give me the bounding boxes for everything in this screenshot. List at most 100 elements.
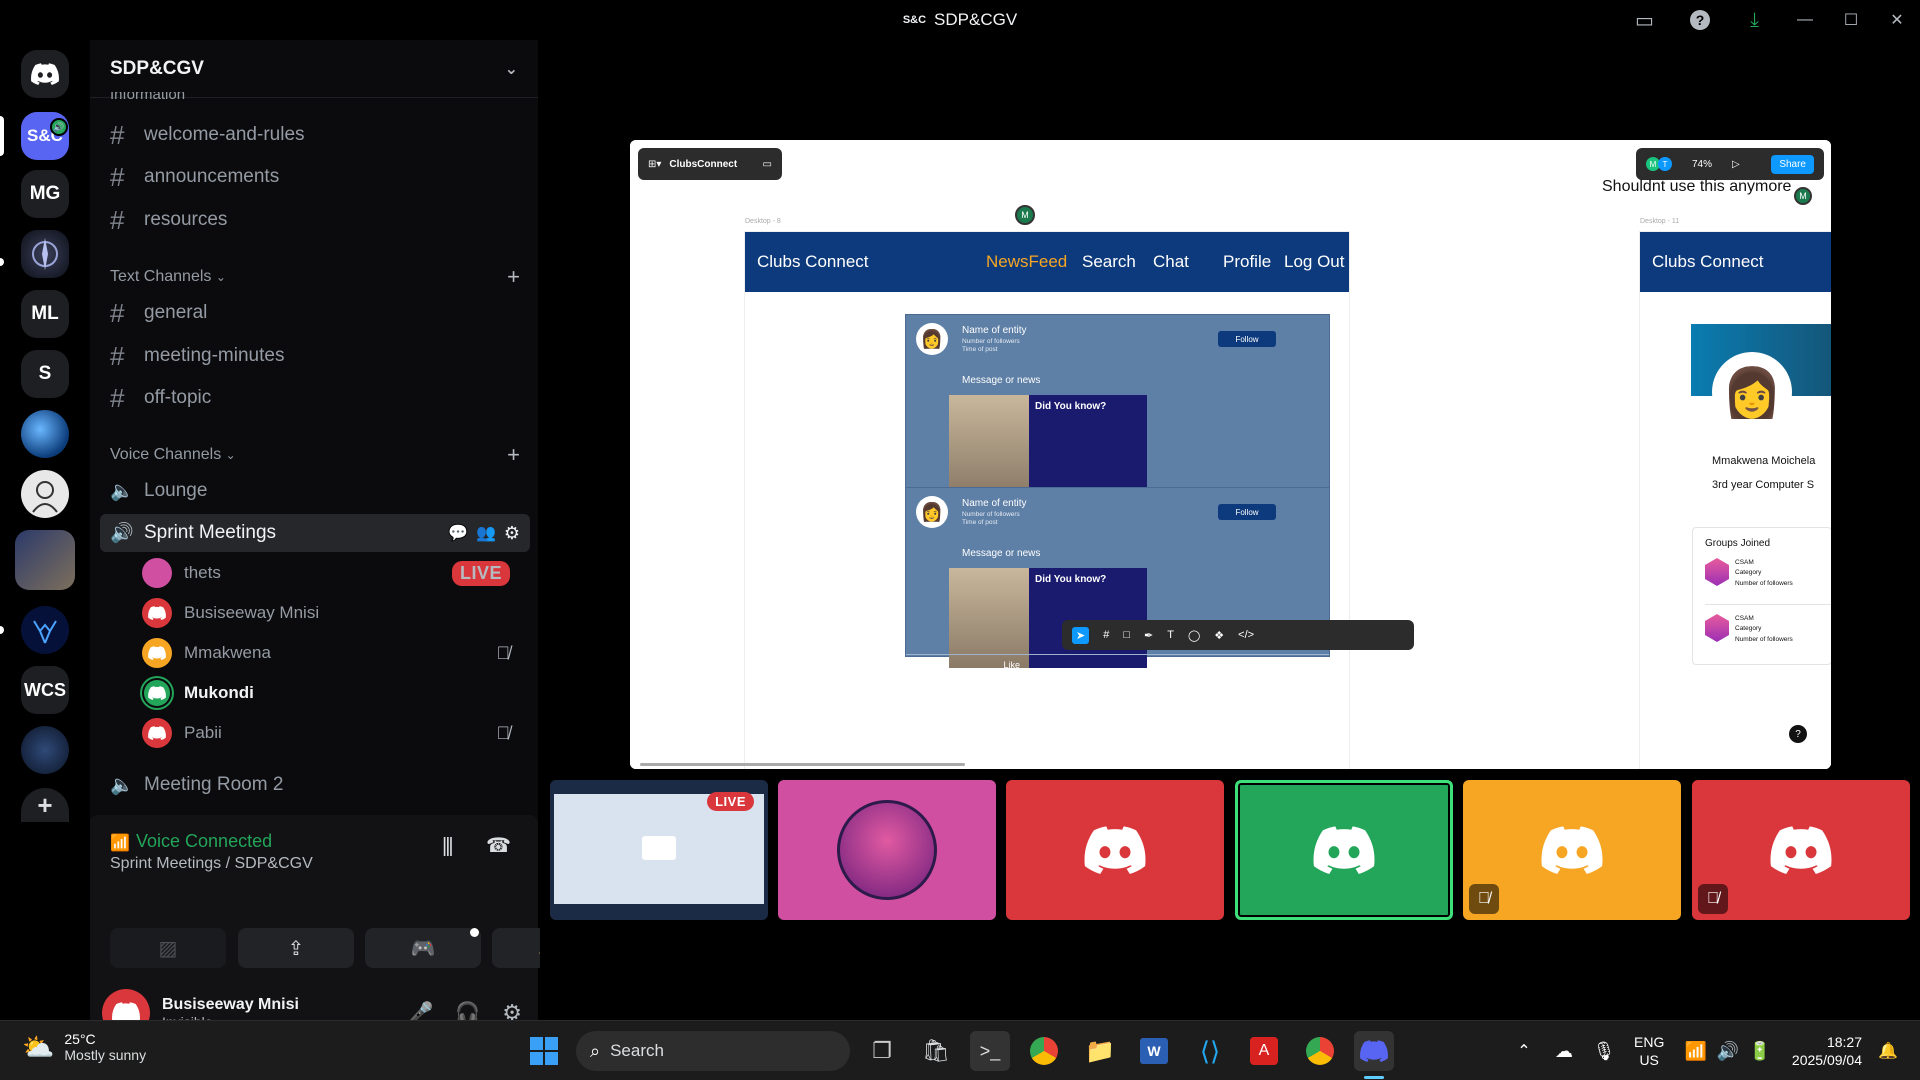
disconnect-icon[interactable]: ☎ bbox=[486, 833, 511, 858]
add-channel-icon[interactable]: + bbox=[507, 264, 520, 290]
nav-search[interactable]: Search bbox=[1082, 252, 1136, 272]
participant-tile-mmakwena[interactable]: 🎙̸ bbox=[1463, 780, 1681, 920]
chevron-up-icon[interactable]: ⌃ bbox=[1504, 1031, 1544, 1071]
server-s[interactable]: S bbox=[21, 350, 69, 398]
category-voice-channels[interactable]: Voice Channels ⌄ + bbox=[110, 442, 520, 468]
participant-tile-busiseeway[interactable] bbox=[1006, 780, 1224, 920]
components-icon[interactable]: ❖ bbox=[1214, 629, 1224, 642]
like-button[interactable]: Like bbox=[906, 655, 1118, 674]
nav-brand[interactable]: Clubs Connect bbox=[1652, 252, 1764, 272]
mic-tray-icon[interactable]: 🎙 bbox=[1584, 1031, 1624, 1071]
stream-preview-tile[interactable]: LIVE bbox=[550, 780, 768, 920]
taskbar-search[interactable]: ⌕ Search bbox=[576, 1031, 850, 1071]
dev-mode-icon[interactable]: </> bbox=[1238, 629, 1254, 641]
terminal-icon[interactable]: >_ bbox=[970, 1031, 1010, 1071]
screen-share-stream[interactable]: ⊞▾ ClubsConnect ▭ M T 74% ▷ Share Should… bbox=[630, 140, 1831, 769]
participant-tile-thets[interactable] bbox=[778, 780, 996, 920]
file-explorer-icon[interactable]: 📁 bbox=[1080, 1031, 1120, 1071]
pen-tool-icon[interactable]: ✒ bbox=[1144, 629, 1153, 642]
nav-newsfeed[interactable]: NewsFeed bbox=[986, 252, 1067, 272]
clock[interactable]: 18:27 2025/09/04 bbox=[1786, 1033, 1862, 1069]
figma-menu-icon[interactable]: ⊞▾ bbox=[648, 159, 661, 170]
language-indicator[interactable]: ENG US bbox=[1634, 1033, 1664, 1069]
group-item[interactable]: CSAM Category Number of followers bbox=[1705, 614, 1793, 645]
voice-user-pabii[interactable]: Pabii 🎙̸ bbox=[142, 715, 532, 751]
nav-brand[interactable]: Clubs Connect bbox=[757, 252, 869, 272]
voice-channel-meeting-room-2[interactable]: 🔈 Meeting Room 2 bbox=[100, 766, 530, 804]
category-information[interactable]: Information bbox=[110, 92, 520, 106]
voice-channel-path[interactable]: Sprint Meetings / SDP&CGV bbox=[110, 855, 313, 873]
voice-channel-sprint-meetings[interactable]: 🔊 Sprint Meetings 💬 👥 ⚙ bbox=[100, 514, 530, 552]
sidebar-toggle-icon[interactable]: ▭ bbox=[763, 159, 772, 170]
server-header[interactable]: SDP&CGV ⌄ bbox=[90, 40, 538, 98]
notification-bell-icon[interactable]: 🔔 bbox=[1870, 1031, 1906, 1071]
share-button[interactable]: Share bbox=[1771, 154, 1814, 174]
nav-profile[interactable]: Profile bbox=[1223, 252, 1271, 272]
chrome-icon[interactable] bbox=[1300, 1031, 1340, 1071]
minimize-button[interactable]: — bbox=[1782, 0, 1828, 40]
server-globe[interactable] bbox=[21, 410, 69, 458]
home-button[interactable] bbox=[21, 50, 69, 98]
rectangle-tool-icon[interactable]: □ bbox=[1123, 629, 1130, 641]
inbox-icon[interactable]: ▭ bbox=[1617, 0, 1672, 40]
task-view-icon[interactable]: ❐ bbox=[862, 1031, 902, 1071]
server-portrait[interactable] bbox=[21, 470, 69, 518]
server-ml[interactable]: ML bbox=[21, 290, 69, 338]
activity-button[interactable]: 🎮 bbox=[365, 928, 481, 968]
add-channel-icon[interactable]: + bbox=[507, 442, 520, 468]
category-text-channels[interactable]: Text Channels ⌄ + bbox=[110, 264, 520, 290]
figma-frame-newsfeed[interactable]: Clubs Connect NewsFeed Search Chat Profi… bbox=[745, 232, 1349, 769]
voice-user-mmakwena[interactable]: Mmakwena 🎙̸ bbox=[142, 635, 532, 671]
server-deer[interactable] bbox=[21, 606, 69, 654]
text-tool-icon[interactable]: T bbox=[1167, 629, 1174, 641]
weather-widget[interactable]: ⛅ 25°C Mostly sunny bbox=[22, 1031, 146, 1063]
channel-off-topic[interactable]: # off-topic bbox=[100, 379, 530, 417]
channel-meeting-minutes[interactable]: # meeting-minutes bbox=[100, 337, 530, 375]
help-button[interactable]: ? bbox=[1789, 725, 1807, 743]
close-button[interactable]: ✕ bbox=[1874, 0, 1920, 40]
server-badge[interactable] bbox=[21, 726, 69, 774]
add-server-button[interactable]: + bbox=[21, 788, 69, 822]
figma-tools-toolbar[interactable]: ➤ # □ ✒ T ◯ ❖ </> bbox=[1062, 620, 1414, 650]
channel-resources[interactable]: # resources bbox=[100, 201, 530, 239]
move-tool-icon[interactable]: ➤ bbox=[1072, 626, 1090, 644]
voice-user-mukondi[interactable]: Mukondi bbox=[142, 675, 532, 711]
word-icon[interactable]: W bbox=[1134, 1031, 1174, 1071]
camera-off-button[interactable]: ▨ bbox=[110, 928, 226, 968]
screen-share-button[interactable]: ⇪ bbox=[238, 928, 354, 968]
comment-tool-icon[interactable]: ◯ bbox=[1188, 629, 1200, 642]
maximize-button[interactable]: ☐ bbox=[1828, 0, 1874, 40]
figma-file-toolbar[interactable]: ⊞▾ ClubsConnect ▭ bbox=[638, 148, 782, 180]
server-compass[interactable] bbox=[21, 230, 69, 278]
help-icon[interactable]: ? bbox=[1672, 0, 1727, 40]
chrome-icon[interactable] bbox=[1024, 1031, 1064, 1071]
follow-button[interactable]: Follow bbox=[1218, 504, 1276, 520]
nav-logout[interactable]: Log Out bbox=[1284, 252, 1345, 272]
store-icon[interactable]: 🛍 bbox=[916, 1031, 956, 1071]
figma-share-toolbar[interactable]: M T 74% ▷ Share bbox=[1636, 148, 1824, 180]
frame-tool-icon[interactable]: # bbox=[1103, 629, 1109, 641]
battery-icon[interactable]: 🔋 bbox=[1740, 1031, 1780, 1071]
discord-taskbar-icon[interactable] bbox=[1354, 1031, 1394, 1071]
server-wcs[interactable]: WCS bbox=[21, 666, 69, 714]
zoom-level[interactable]: 74% bbox=[1692, 159, 1712, 170]
nav-chat[interactable]: Chat bbox=[1153, 252, 1189, 272]
server-mg[interactable]: MG bbox=[21, 170, 69, 218]
channel-general[interactable]: # general bbox=[100, 294, 530, 332]
voice-user-busiseeway[interactable]: Busiseeway Mnisi bbox=[142, 595, 532, 631]
voice-user-thets[interactable]: thets LIVE bbox=[142, 555, 532, 591]
gear-icon[interactable]: ⚙ bbox=[504, 523, 520, 544]
start-button[interactable] bbox=[524, 1031, 564, 1071]
noise-suppression-icon[interactable]: ||| bbox=[442, 835, 454, 858]
voice-status[interactable]: Voice Connected bbox=[136, 831, 272, 852]
present-icon[interactable]: ▷ bbox=[1732, 159, 1740, 170]
follow-button[interactable]: Follow bbox=[1218, 331, 1276, 347]
onedrive-icon[interactable]: ☁ bbox=[1544, 1031, 1584, 1071]
voice-channel-lounge[interactable]: 🔈 Lounge bbox=[100, 472, 530, 510]
comment-button[interactable]: Comment bbox=[1118, 655, 1330, 674]
acrobat-icon[interactable]: A bbox=[1244, 1031, 1284, 1071]
channel-announcements[interactable]: # announcements bbox=[100, 158, 530, 196]
channel-welcome-and-rules[interactable]: # welcome-and-rules bbox=[100, 116, 530, 154]
server-group-photo[interactable] bbox=[15, 530, 75, 590]
group-item[interactable]: CSAM Category Number of followers bbox=[1705, 558, 1793, 589]
